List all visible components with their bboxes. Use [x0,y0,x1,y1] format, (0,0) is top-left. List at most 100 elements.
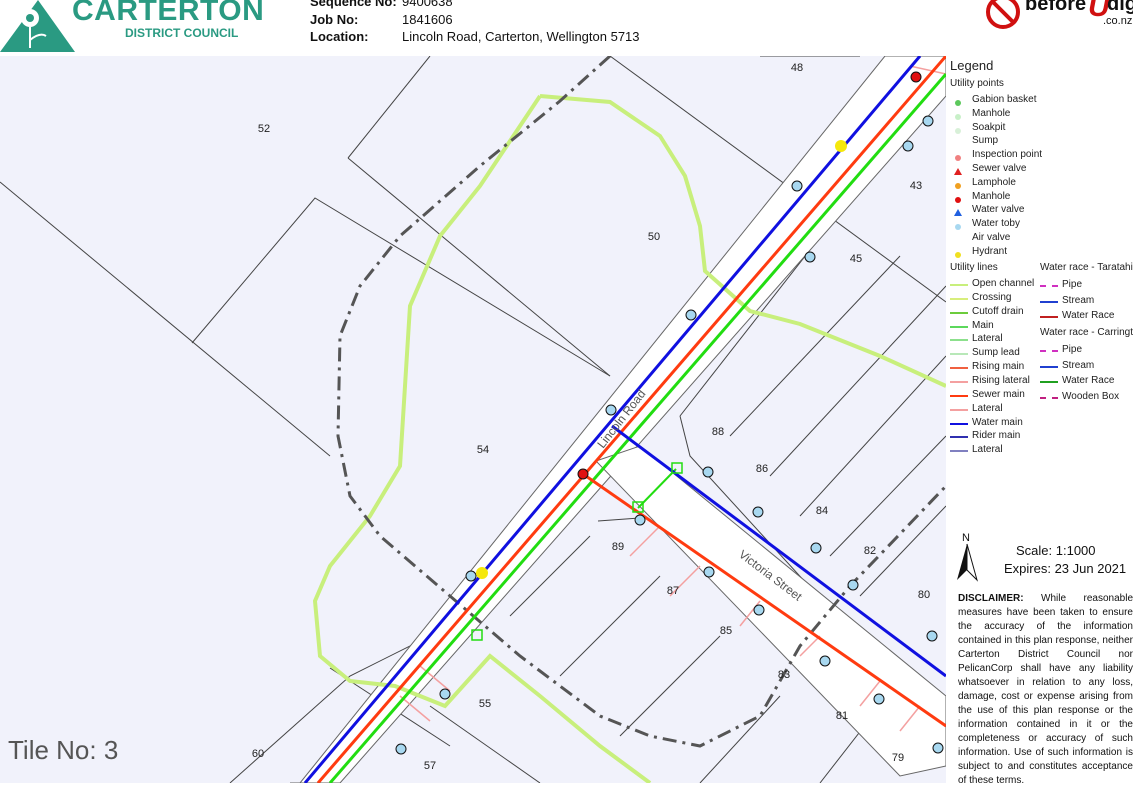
parcel-number: 83 [778,669,790,681]
legend-triangle-icon [954,168,962,175]
legend-point-icon [955,182,961,189]
legend-line-label: Stream [1062,294,1095,306]
job-value: 1841606 [402,11,453,27]
legend-point-label: Sewer valve [972,163,1027,174]
expires-text: Expires: 23 Jun 2021 [1004,561,1127,576]
legend-line-swatch [950,422,968,425]
legend-line-label: Main [972,319,994,331]
legend-line-label: Rising main [972,361,1025,373]
legend-line-label: Rider main [972,430,1021,442]
legend-line-label: Water main [972,416,1023,428]
parcel-number: 43 [910,180,922,192]
legend-line-label: Lateral [972,333,1003,345]
utility-map[interactable]: 48 52 43 50 45 88 86 54 84 89 82 87 80 85 83 55 81 60 79 57… [0,56,946,783]
legend-line-swatch [950,284,968,286]
location-value: Lincoln Road, Carterton, Wellington 5713 [402,29,640,44]
location-label: Location: [310,29,369,44]
legend-line-label: Sump lead [972,347,1020,359]
legend-point-icon [955,251,961,258]
legend-triangle-icon [954,209,962,217]
svg-text:dig: dig [1107,0,1133,15]
legend-line-swatch [950,297,968,300]
legend-line-swatch [1040,396,1058,399]
legend-line-label: Open channel [972,278,1035,289]
legend-point-icon [955,224,961,231]
legend-line-swatch [950,380,968,383]
legend-point-label: Manhole [972,107,1011,119]
legend-line-swatch [1040,300,1058,303]
parcel-number: 80 [918,589,930,601]
job-label: Job No: [310,11,359,27]
parcel-number: 52 [258,123,270,135]
legend-line-swatch [950,339,968,342]
legend-point-icon [955,196,961,203]
parcel-number: 87 [667,585,679,597]
svg-text:.co.nz: .co.nz [1103,15,1132,27]
parcel-number: 79 [892,752,904,764]
parcel-number: 89 [612,541,624,553]
legend-point-label: Soakpit [972,121,1006,133]
north-arrow: N [955,530,979,587]
legend-line-label: Sewer main [972,388,1025,400]
legend-point-label: Hydrant [972,245,1008,257]
legend-point-label: Water toby [972,218,1020,230]
parcel-number: 81 [836,710,848,722]
parcel-number: 48 [791,62,803,74]
legend-line-swatch [1040,316,1058,318]
legend-line-swatch [1040,365,1058,368]
sequence-value: 9400638 [402,0,453,9]
parcel-number: 54 [477,444,489,456]
legend-point-icon [955,155,961,162]
legend-line-label: Cutoff drain [972,305,1024,317]
parcel-number: 85 [720,625,732,637]
legend-point-label: Air valve [972,232,1011,243]
parcel-number: 88 [712,426,724,438]
legend-point-icon [955,100,961,106]
legend-line-swatch [1040,350,1058,352]
legend-line-label: Stream [1062,359,1095,371]
scale-text: Scale: 1:1000 [1016,543,1096,558]
legend-line-label: Pipe [1062,279,1083,290]
legend-line-label: Lateral [972,444,1003,456]
legend-line-swatch [950,367,968,370]
legend-line-swatch [950,408,968,411]
disclaimer-text: While reasonable measures have been take… [958,593,1133,786]
legend-point-icon [955,113,961,120]
legend-line-swatch [1040,285,1058,287]
victoria-street-corridor [595,445,946,777]
legend-line-swatch [950,311,968,314]
parcel-number: 45 [850,253,862,265]
legend-line-label: Crossing [972,291,1012,303]
beforeudig-logo: before U dig .co.nz [985,0,1133,32]
legend-title: Legend [950,58,994,73]
legend-carrington-heading: Water race - Carrington [1040,327,1133,338]
legend-line-label: Water Race [1062,375,1115,386]
legend-point-label: Lamphole [972,176,1016,188]
parcel-number: 84 [816,505,828,517]
legend-line-swatch [950,325,968,328]
legend-line-swatch [950,436,968,439]
legend-line-label: Wooden Box [1062,390,1120,402]
legend-point-label: Inspection point [972,149,1043,161]
org-subtitle: DISTRICT COUNCIL [125,26,239,40]
north-arrow-icon: N [957,532,978,582]
legend-line-swatch [950,394,968,397]
legend-point-label: Manhole [972,190,1011,202]
parcel-number: 86 [756,463,768,475]
legend-line-label: Lateral [972,402,1003,414]
map-canvas[interactable]: 48 52 43 50 45 88 86 54 84 89 82 87 80 85 83 55 81 60 79 57… [0,56,946,783]
legend-taratahi-heading: Water race - Taratahi [1040,262,1133,273]
legend-lines-heading: Utility lines [950,262,998,273]
parcel-number: 50 [648,231,660,243]
svg-text:N: N [962,532,970,544]
legend-line-swatch [950,450,968,453]
legend-points-heading: Utility points [950,78,1004,89]
daffodil-logo-icon [0,0,75,52]
legend-point-label: Gabion basket [972,94,1037,105]
legend-line-label: Pipe [1062,344,1083,355]
legend-line-swatch [1040,381,1058,383]
council-logo: CARTERTON DISTRICT COUNCIL [0,0,264,52]
org-name: CARTERTON [72,0,265,27]
legend-line-label: Water Race [1062,310,1115,321]
parcel-number: 55 [479,698,491,710]
